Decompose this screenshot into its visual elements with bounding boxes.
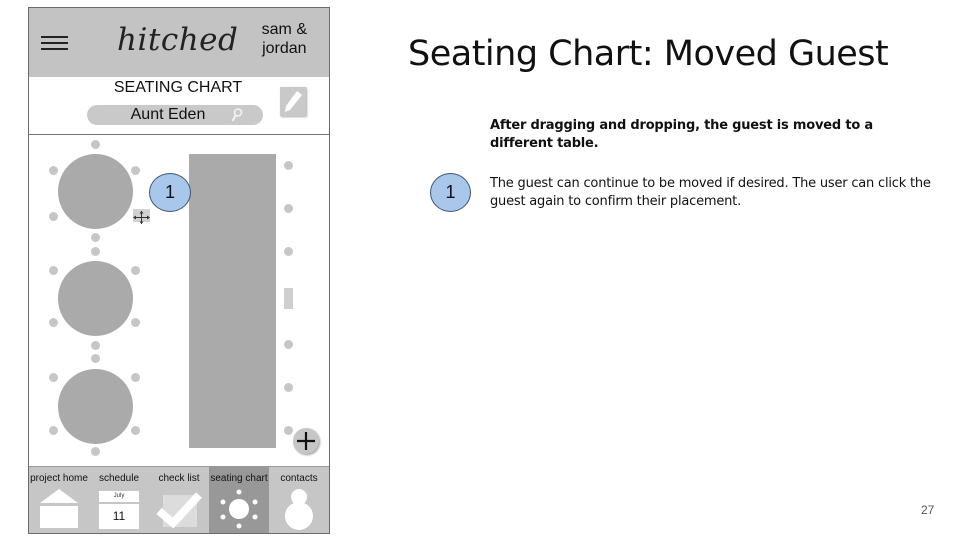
- tab-label: seating chart: [210, 473, 268, 484]
- house-icon: [40, 489, 78, 528]
- calendar-icon: July 11: [99, 491, 139, 529]
- page-subheader: SEATING CHART Aunt Eden: [29, 77, 329, 135]
- seat[interactable]: [49, 266, 58, 275]
- edit-button[interactable]: [280, 87, 306, 116]
- person-icon: [285, 489, 313, 530]
- seat[interactable]: [91, 247, 100, 256]
- tab-label: check list: [158, 473, 200, 484]
- page-number: 27: [921, 503, 935, 517]
- seat[interactable]: [284, 161, 293, 170]
- seating-canvas: 1: [29, 135, 329, 465]
- pencil-icon: [285, 91, 302, 112]
- tab-schedule[interactable]: schedule July 11: [89, 467, 149, 533]
- checkmark-icon: [156, 492, 202, 529]
- guest-search-input[interactable]: Aunt Eden: [87, 105, 263, 125]
- seat[interactable]: [91, 447, 100, 456]
- add-table-button[interactable]: [293, 428, 319, 454]
- seat[interactable]: [284, 383, 293, 392]
- move-cursor-icon[interactable]: [133, 209, 150, 224]
- note-text-1: The guest can continue to be moved if de…: [490, 176, 931, 209]
- seat[interactable]: [91, 354, 100, 363]
- tab-contacts[interactable]: contacts: [269, 467, 329, 533]
- calendar-month: July: [99, 491, 139, 502]
- round-table-1[interactable]: [58, 154, 133, 229]
- seat[interactable]: [131, 318, 140, 327]
- tab-label: project home: [30, 473, 88, 484]
- annotation-marker-1: 1: [149, 173, 191, 212]
- seat[interactable]: [49, 212, 58, 221]
- round-table-2[interactable]: [58, 261, 133, 336]
- seat[interactable]: [91, 341, 100, 350]
- seat[interactable]: [91, 233, 100, 242]
- app-logo: hitched: [117, 22, 239, 58]
- phone-mockup: hitched sam & jordan SEATING CHART Aunt …: [28, 7, 330, 534]
- slide-intro: After dragging and dropping, the guest i…: [490, 118, 873, 151]
- search-icon: [231, 108, 243, 122]
- seat[interactable]: [284, 247, 293, 256]
- tab-project-home[interactable]: project home: [29, 467, 89, 533]
- seat[interactable]: [49, 373, 58, 382]
- calendar-day: 11: [99, 504, 139, 529]
- menu-icon[interactable]: [41, 36, 68, 50]
- slide-title: Seating Chart: Moved Guest: [408, 34, 889, 74]
- seat[interactable]: [49, 166, 58, 175]
- tab-seating-chart[interactable]: seating chart: [209, 467, 269, 533]
- placed-guest-seat[interactable]: [284, 288, 293, 309]
- seat[interactable]: [49, 318, 58, 327]
- table-icon: [220, 489, 258, 529]
- seat[interactable]: [131, 166, 140, 175]
- seat[interactable]: [284, 426, 293, 435]
- round-table-3[interactable]: [58, 369, 133, 444]
- couple-name-line2: jordan: [262, 40, 307, 57]
- couple-name-line1: sam &: [261, 21, 307, 38]
- note-marker-1: 1: [430, 173, 471, 212]
- couple-name[interactable]: sam & jordan: [262, 20, 307, 58]
- app-header: hitched sam & jordan: [29, 8, 329, 77]
- seat[interactable]: [284, 340, 293, 349]
- tab-label: contacts: [280, 473, 318, 484]
- plus-icon: [297, 432, 315, 450]
- seat[interactable]: [49, 426, 58, 435]
- tab-label: schedule: [98, 473, 140, 484]
- long-table[interactable]: [189, 154, 276, 448]
- seat[interactable]: [131, 266, 140, 275]
- seat[interactable]: [284, 204, 293, 213]
- seat[interactable]: [131, 373, 140, 382]
- tab-check-list[interactable]: check list: [149, 467, 209, 533]
- seat[interactable]: [131, 426, 140, 435]
- bottom-tab-bar: project home schedule July 11 check list…: [29, 466, 329, 533]
- seat[interactable]: [91, 140, 100, 149]
